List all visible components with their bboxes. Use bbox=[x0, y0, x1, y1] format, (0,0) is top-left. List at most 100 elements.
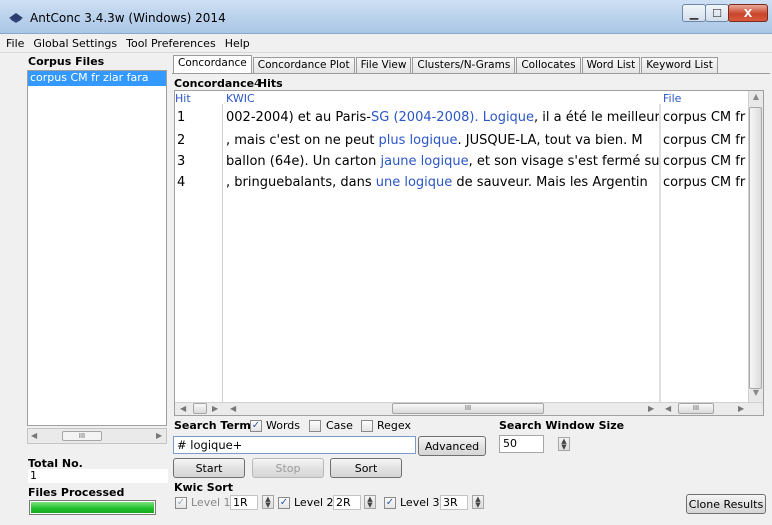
scroll-left-icon[interactable]: ◀ bbox=[230, 404, 236, 413]
search-term-input[interactable]: # logique+ bbox=[173, 436, 416, 454]
scroll-right-icon[interactable]: ▶ bbox=[156, 431, 162, 440]
maximize-icon: ☐ bbox=[712, 6, 722, 20]
case-checkbox-label: Case bbox=[326, 419, 353, 432]
scroll-down-icon[interactable]: ▼ bbox=[750, 388, 762, 400]
level3-value[interactable]: 3R bbox=[440, 495, 468, 510]
table-row[interactable]: , bringuebalants, dans une logique de sa… bbox=[226, 175, 659, 190]
column-header-kwic[interactable]: KWIC bbox=[226, 92, 255, 105]
kwic-match[interactable]: plus logique bbox=[379, 133, 458, 148]
level1-checkbox[interactable]: ✓ bbox=[175, 497, 187, 509]
menu-global-settings[interactable]: Global Settings bbox=[33, 37, 117, 50]
scroll-right-icon[interactable]: ▶ bbox=[212, 404, 218, 413]
row-file-name[interactable]: corpus CM fr bbox=[663, 175, 747, 190]
close-button[interactable]: X bbox=[728, 4, 768, 22]
menu-file[interactable]: File bbox=[6, 37, 24, 50]
regex-checkbox[interactable] bbox=[361, 420, 373, 432]
maximize-button[interactable]: ☐ bbox=[705, 4, 729, 22]
scroll-up-icon[interactable]: ▲ bbox=[750, 92, 762, 104]
words-checkbox[interactable]: ✓ bbox=[250, 420, 262, 432]
start-button[interactable]: Start bbox=[173, 458, 245, 478]
kwic-match[interactable]: jaune logique bbox=[380, 154, 468, 169]
kwic-left-context: , bringuebalants, dans bbox=[226, 175, 376, 190]
window-title: AntConc 3.4.3w (Windows) 2014 bbox=[30, 11, 226, 25]
tool-tabs: Concordance Concordance Plot File View C… bbox=[173, 55, 719, 73]
tab-file-view[interactable]: File View bbox=[355, 57, 412, 73]
kwic-left-context: ballon (64e). Un carton bbox=[226, 154, 381, 169]
table-row[interactable]: 002-2004) et au Paris-SG (2004-2008). Lo… bbox=[226, 110, 659, 125]
scroll-right-icon[interactable]: ▶ bbox=[648, 404, 654, 413]
kwic-right-context: , il a été le meilleur bbox=[534, 110, 659, 125]
minimize-icon: ▁ bbox=[689, 6, 699, 20]
kwic-match[interactable]: SG (2004-2008). Logique bbox=[371, 110, 534, 125]
corpus-file-item[interactable]: corpus CM fr ziar fara bbox=[28, 71, 166, 86]
level3-label: Level 3 bbox=[400, 496, 440, 509]
tab-concordance[interactable]: Concordance bbox=[173, 55, 252, 73]
scroll-left-icon[interactable]: ◀ bbox=[665, 404, 671, 413]
level1-value[interactable]: 1R bbox=[230, 495, 258, 510]
tab-divider bbox=[172, 73, 770, 74]
hit-column-scroll-thumb[interactable] bbox=[193, 403, 207, 414]
progress-fill bbox=[31, 502, 154, 513]
case-checkbox[interactable] bbox=[309, 420, 321, 432]
corpus-list-scroll-thumb[interactable]: III bbox=[62, 431, 102, 441]
level2-value[interactable]: 2R bbox=[333, 495, 361, 510]
clone-results-button[interactable]: Clone Results bbox=[686, 494, 766, 514]
advanced-button[interactable]: Advanced bbox=[418, 436, 486, 456]
level2-label: Level 2 bbox=[294, 496, 334, 509]
close-icon: X bbox=[743, 6, 753, 20]
words-checkbox-label: Words bbox=[266, 419, 301, 432]
level1-spin-icon[interactable]: ▲ ▼ bbox=[262, 495, 274, 509]
minimize-button[interactable]: ▁ bbox=[682, 4, 706, 22]
tab-clusters-ngrams[interactable]: Clusters/N-Grams bbox=[412, 57, 516, 73]
concordance-hits-label: Concordance Hits bbox=[174, 77, 283, 90]
regex-checkbox-label: Regex bbox=[377, 419, 411, 432]
kwic-right-context: de sauveur. Mais les Argentin bbox=[452, 175, 648, 190]
level1-label: Level 1 bbox=[191, 496, 231, 509]
antconc-app-icon bbox=[9, 13, 23, 23]
results-vscroll-thumb[interactable] bbox=[749, 107, 762, 389]
kwic-right-context: , et son visage s'est fermé su bbox=[468, 154, 659, 169]
sort-button[interactable]: Sort bbox=[330, 458, 402, 478]
column-header-hit[interactable]: Hit bbox=[175, 92, 191, 105]
tab-word-list[interactable]: Word List bbox=[581, 57, 641, 73]
spin-updown-icon[interactable]: ▲ ▼ bbox=[558, 437, 570, 451]
search-window-size-input[interactable]: 50 bbox=[499, 435, 544, 453]
tab-keyword-list[interactable]: Keyword List bbox=[641, 57, 718, 73]
row-hit-number[interactable]: 4 bbox=[177, 175, 185, 190]
level2-checkbox[interactable]: ✓ bbox=[278, 497, 290, 509]
corpus-files-list[interactable] bbox=[27, 70, 167, 426]
row-file-name[interactable]: corpus CM fr bbox=[663, 154, 747, 169]
stop-button[interactable]: Stop bbox=[252, 458, 324, 478]
files-processed-progress-bar bbox=[29, 500, 156, 515]
kwic-column-scroll-thumb[interactable]: III bbox=[392, 403, 544, 414]
kwic-left-context: 002-2004) et au Paris- bbox=[226, 110, 371, 125]
files-processed-label: Files Processed bbox=[28, 486, 125, 499]
level3-checkbox[interactable]: ✓ bbox=[384, 497, 396, 509]
scroll-right-icon[interactable]: ▶ bbox=[738, 404, 744, 413]
scroll-left-icon[interactable]: ◀ bbox=[180, 404, 186, 413]
row-file-name[interactable]: corpus CM fr bbox=[663, 110, 747, 125]
column-header-file[interactable]: File bbox=[663, 92, 681, 105]
kwic-right-context: . JUSQUE-LÀ, tout va bien. M bbox=[457, 133, 643, 148]
table-row[interactable]: ballon (64e). Un carton jaune logique, e… bbox=[226, 154, 659, 169]
row-file-name[interactable]: corpus CM fr bbox=[663, 133, 747, 148]
file-column-scroll-thumb[interactable]: III bbox=[678, 403, 714, 414]
level2-spin-icon[interactable]: ▲ ▼ bbox=[364, 495, 376, 509]
menu-tool-preferences[interactable]: Tool Preferences bbox=[126, 37, 216, 50]
tab-collocates[interactable]: Collocates bbox=[516, 57, 581, 73]
level3-spin-icon[interactable]: ▲ ▼ bbox=[472, 495, 484, 509]
scroll-left-icon[interactable]: ◀ bbox=[31, 431, 37, 440]
kwic-match[interactable]: une logique bbox=[376, 175, 453, 190]
table-row[interactable]: , mais c'est on ne peut plus logique. JU… bbox=[226, 133, 659, 148]
tab-concordance-plot[interactable]: Concordance Plot bbox=[252, 57, 355, 73]
kwic-sort-label: Kwic Sort bbox=[174, 481, 233, 494]
row-hit-number[interactable]: 1 bbox=[177, 110, 185, 125]
corpus-list-hscrollbar[interactable]: ◀ III ▶ bbox=[27, 428, 167, 444]
menu-bar: File Global Settings Tool Preferences He… bbox=[0, 34, 772, 53]
row-hit-number[interactable]: 3 bbox=[177, 154, 185, 169]
total-no-value: 1 bbox=[28, 469, 168, 483]
kwic-column-divider bbox=[659, 104, 661, 402]
row-hit-number[interactable]: 2 bbox=[177, 133, 185, 148]
menu-help[interactable]: Help bbox=[225, 37, 250, 50]
hit-column-divider bbox=[175, 104, 223, 402]
